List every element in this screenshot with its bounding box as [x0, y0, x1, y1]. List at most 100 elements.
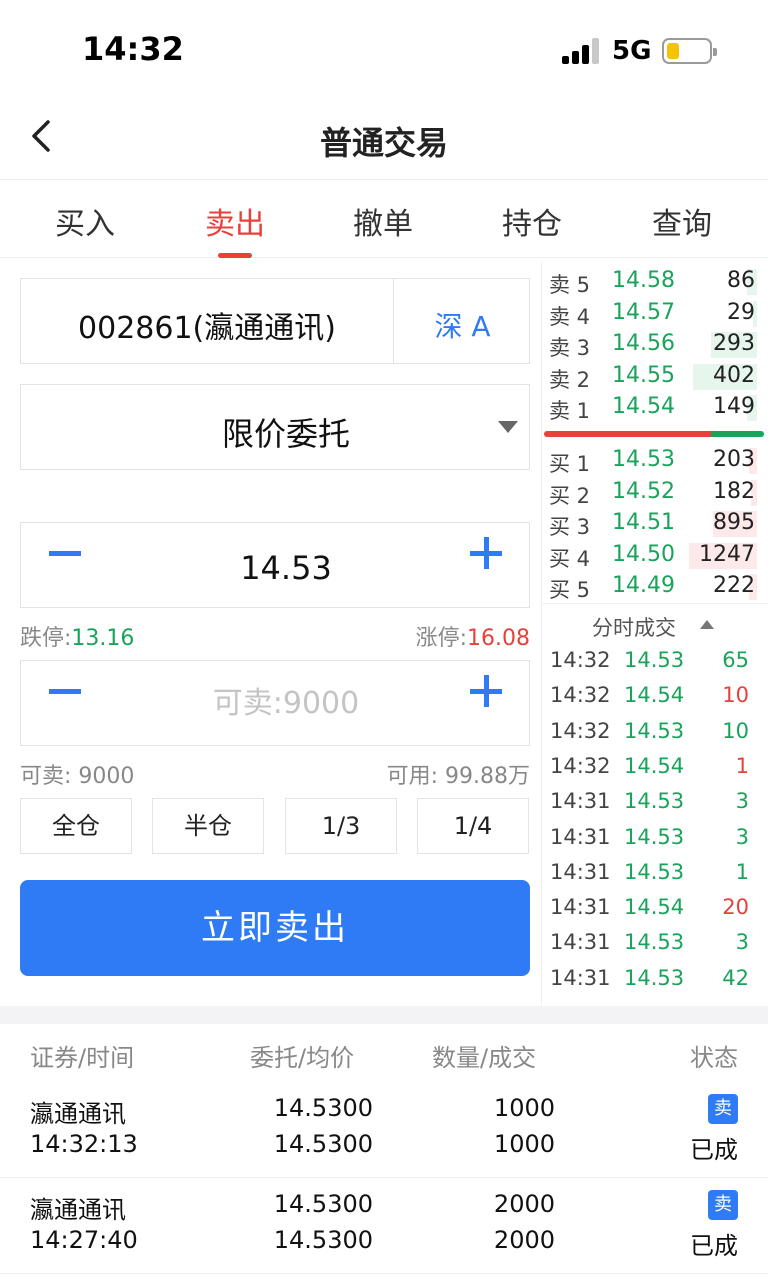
limit-up-price[interactable]: 16.08: [467, 626, 530, 651]
level-price: 14.52: [612, 478, 675, 504]
tick-time: 14:32: [550, 683, 611, 708]
level-volume: 182: [713, 478, 755, 504]
level-label: 卖 1: [549, 399, 591, 423]
ask-row[interactable]: 卖 3 14.56 293: [542, 330, 768, 360]
half-position-button[interactable]: 半仓: [152, 798, 264, 854]
level-label: 买 2: [549, 483, 591, 508]
level-label: 买 1: [549, 452, 591, 476]
stock-selector[interactable]: 002861(瀛通通讯) 深 A: [20, 278, 530, 364]
tick-row: 14:31 14.53 3: [542, 928, 768, 960]
tick-qty: 65: [722, 648, 749, 672]
section-gap: [0, 1006, 768, 1024]
tick-price: 14.54: [624, 895, 685, 920]
bid-row[interactable]: 买 1 14.53 203: [542, 446, 768, 476]
limit-down-price[interactable]: 13.16: [71, 626, 134, 651]
filled-qty: 2000: [493, 1226, 555, 1254]
market-selector[interactable]: 深 A: [394, 305, 531, 345]
nav-header: 普通交易: [0, 100, 768, 180]
sell-now-button[interactable]: 立即卖出: [20, 880, 530, 976]
qty-increase-button[interactable]: [470, 675, 502, 707]
ask-row[interactable]: 卖 4 14.57 29: [542, 299, 768, 329]
tick-row: 14:31 14.53 42: [542, 964, 768, 996]
tick-row: 14:32 14.53 65: [542, 646, 768, 678]
col-price: 委托/均价: [250, 1044, 355, 1072]
tab-sell[interactable]: 卖出: [165, 199, 305, 243]
page-title: 普通交易: [319, 124, 448, 162]
limit-up-label: 涨停:: [415, 626, 468, 651]
tab-cancel[interactable]: 撤单: [313, 199, 453, 243]
limit-down-label: 跌停:: [20, 626, 72, 651]
tick-time: 14:31: [550, 965, 611, 990]
ask-row[interactable]: 卖 1 14.54 149: [542, 393, 768, 423]
tick-time: 14:31: [550, 930, 611, 955]
level-price: 14.49: [612, 573, 675, 598]
level-volume: 86: [727, 268, 755, 293]
price-limits: 跌停:13.16 涨停:16.08: [20, 620, 530, 651]
level-label: 买 5: [549, 578, 591, 602]
quantity-input[interactable]: [141, 681, 431, 725]
order-row[interactable]: 瀛通通讯 14:32:13 14.5300 14.5300 1000 1000 …: [0, 1082, 768, 1178]
tick-qty: 20: [722, 895, 749, 920]
col-quantity: 数量/成交: [432, 1044, 537, 1072]
level-price: 14.54: [612, 394, 675, 419]
tick-qty: 10: [722, 683, 749, 708]
sell-badge: 卖: [708, 1190, 738, 1220]
tick-row: 14:31 14.53 1: [542, 858, 768, 890]
quantity-stepper: [20, 660, 530, 746]
tick-price: 14.54: [624, 753, 685, 778]
bid-row[interactable]: 买 2 14.52 182: [542, 478, 768, 508]
level-volume: 149: [713, 394, 755, 419]
tick-time: 14:31: [550, 789, 611, 814]
bid-row[interactable]: 买 3 14.51 895: [542, 509, 768, 539]
tick-time: 14:31: [550, 895, 611, 920]
level-volume: 1247: [699, 541, 755, 567]
level-price: 14.55: [612, 362, 675, 388]
order-status: 已成: [690, 1136, 738, 1164]
ask-row[interactable]: 卖 2 14.55 402: [542, 362, 768, 392]
qty-decrease-button[interactable]: [49, 689, 81, 694]
order-type-dropdown[interactable]: 限价委托: [20, 384, 530, 470]
tick-row: 14:32 14.54 1: [542, 752, 768, 784]
tick-qty: 3: [735, 824, 749, 849]
tab-buy[interactable]: 买入: [15, 199, 155, 243]
tick-qty: 3: [735, 789, 749, 814]
price-increase-button[interactable]: [470, 537, 502, 569]
col-status: 状态: [690, 1044, 738, 1072]
stock-code[interactable]: 002861(瀛通通讯): [21, 303, 393, 347]
signal-icon: [562, 38, 602, 64]
ask-row[interactable]: 卖 5 14.58 86: [542, 267, 768, 297]
order-price: 14.5300: [273, 1190, 373, 1218]
tick-price: 14.53: [624, 965, 685, 990]
order-name: 瀛通通讯: [30, 1100, 126, 1128]
filled-qty: 1000: [493, 1130, 555, 1158]
sell-badge: 卖: [708, 1094, 738, 1124]
level-price: 14.57: [612, 299, 675, 325]
tab-query[interactable]: 查询: [612, 199, 752, 243]
quarter-position-button[interactable]: 1/4: [417, 798, 529, 854]
battery-icon: [662, 38, 717, 64]
order-book: 卖 5 14.58 86 卖 4 14.57 29 卖 3 14.56 293 卖 2 14.55 4…: [541, 262, 768, 1006]
level-volume: 203: [713, 447, 755, 472]
level-price: 14.50: [612, 541, 675, 567]
bid-row[interactable]: 买 4 14.50 1247: [542, 541, 768, 571]
full-position-button[interactable]: 全仓: [20, 798, 132, 854]
bid-row[interactable]: 买 5 14.49 222: [542, 572, 768, 602]
availability: 可卖: 9000 可用: 99.88万: [20, 758, 530, 789]
tick-price: 14.53: [624, 930, 685, 955]
level-label: 卖 3: [549, 336, 591, 360]
tick-time: 14:32: [550, 718, 611, 743]
level-price: 14.51: [612, 510, 675, 535]
third-position-button[interactable]: 1/3: [285, 798, 397, 854]
level-volume: 29: [727, 299, 755, 325]
level-volume: 895: [713, 510, 755, 535]
level-label: 买 4: [549, 546, 591, 571]
tab-positions[interactable]: 持仓: [462, 199, 602, 243]
ticks-header[interactable]: 分时成交: [542, 603, 768, 643]
ticks-title: 分时成交: [592, 616, 676, 640]
col-security-time: 证券/时间: [30, 1044, 135, 1072]
order-row[interactable]: 瀛通通讯 14:27:40 14.5300 14.5300 2000 2000 …: [0, 1178, 768, 1274]
tick-qty: 3: [735, 930, 749, 955]
level-label: 卖 4: [549, 304, 591, 329]
tick-price: 14.53: [624, 859, 685, 884]
tick-row: 14:31 14.53 3: [542, 787, 768, 819]
